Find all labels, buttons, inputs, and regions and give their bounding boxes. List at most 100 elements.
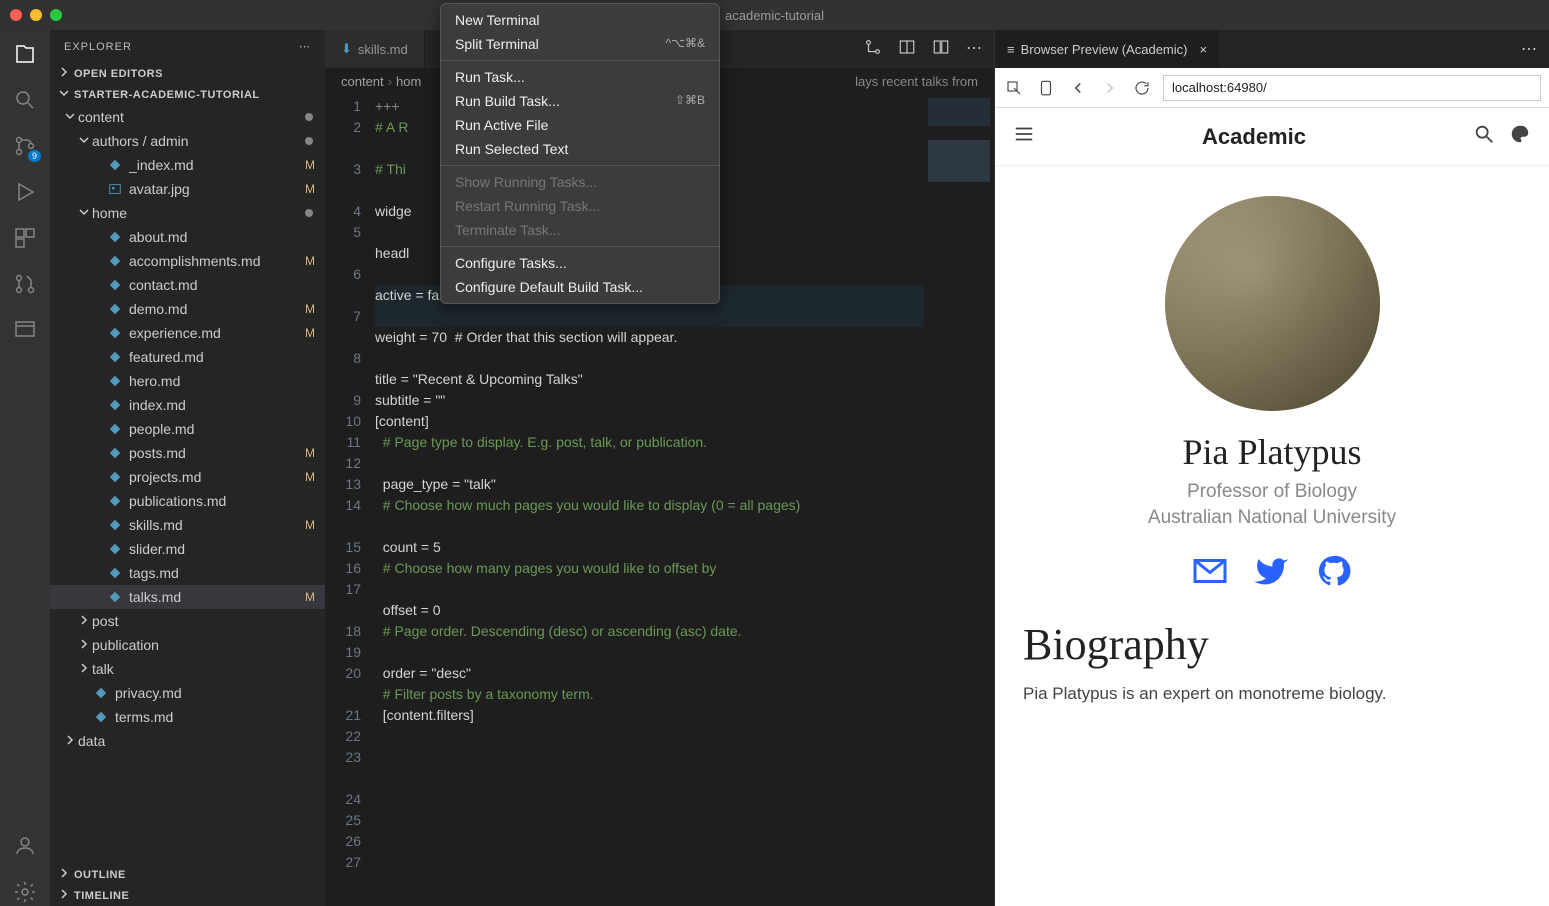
bio-text: Pia Platypus is an expert on monotreme b…	[1023, 684, 1521, 704]
code-line[interactable]: # Choose how much pages you would like t…	[375, 495, 924, 537]
explorer-more-icon[interactable]: ⋯	[299, 40, 311, 53]
chevron-right-icon	[58, 867, 70, 882]
maximize-window-button[interactable]	[50, 9, 62, 21]
folder-item[interactable]: home	[50, 201, 325, 225]
biography-section: Biography Pia Platypus is an expert on m…	[995, 599, 1549, 724]
github-icon[interactable]	[1316, 553, 1352, 589]
file-item[interactable]: _index.mdM	[50, 153, 325, 177]
image-file-icon	[106, 180, 124, 198]
file-item[interactable]: tags.md	[50, 561, 325, 585]
open-editors-section[interactable]: OPEN EDITORS	[50, 63, 325, 84]
preview-content[interactable]: Academic Pia Platypus Professor of Biolo…	[995, 108, 1549, 906]
debug-icon[interactable]	[11, 178, 39, 206]
file-item[interactable]: talks.mdM	[50, 585, 325, 609]
inspect-icon[interactable]	[1003, 77, 1025, 99]
split-editor-icon[interactable]	[932, 38, 950, 61]
menu-item[interactable]: Run Selected Text	[441, 137, 719, 161]
file-item[interactable]: publications.md	[50, 489, 325, 513]
file-item[interactable]: index.md	[50, 393, 325, 417]
hamburger-menu-icon[interactable]	[1013, 123, 1035, 150]
chevron-right-icon	[78, 637, 92, 653]
file-item[interactable]: projects.mdM	[50, 465, 325, 489]
folder-item[interactable]: content	[50, 105, 325, 129]
twitter-icon[interactable]	[1254, 553, 1290, 589]
file-item[interactable]: about.md	[50, 225, 325, 249]
editor-tab[interactable]: ⬇ skills.md	[325, 30, 425, 68]
project-section[interactable]: STARTER-ACADEMIC-TUTORIAL	[50, 84, 325, 105]
modified-indicator: M	[305, 470, 315, 484]
settings-gear-icon[interactable]	[11, 878, 39, 906]
reload-icon[interactable]	[1131, 77, 1153, 99]
file-item[interactable]: people.md	[50, 417, 325, 441]
file-item[interactable]: accomplishments.mdM	[50, 249, 325, 273]
folder-item[interactable]: authors / admin	[50, 129, 325, 153]
source-control-icon[interactable]: 9	[11, 132, 39, 160]
file-item[interactable]: privacy.md	[50, 681, 325, 705]
file-item[interactable]: featured.md	[50, 345, 325, 369]
file-item[interactable]: experience.mdM	[50, 321, 325, 345]
search-icon[interactable]	[11, 86, 39, 114]
search-icon[interactable]	[1473, 123, 1495, 150]
menu-item[interactable]: Configure Default Build Task...	[441, 275, 719, 299]
code-line[interactable]: page_type = "talk"	[375, 474, 924, 495]
menu-item[interactable]: Run Active File	[441, 113, 719, 137]
file-item[interactable]: posts.mdM	[50, 441, 325, 465]
close-icon[interactable]: ×	[1199, 42, 1207, 57]
forward-icon[interactable]	[1099, 77, 1121, 99]
minimap[interactable]	[924, 94, 994, 906]
file-item[interactable]: contact.md	[50, 273, 325, 297]
file-label: demo.md	[129, 301, 305, 317]
menu-label: Show Running Tasks...	[455, 174, 597, 190]
compare-changes-icon[interactable]	[864, 38, 882, 61]
site-title[interactable]: Academic	[1035, 124, 1473, 150]
code-line[interactable]: weight = 70 # Order that this section wi…	[375, 327, 924, 369]
code-line[interactable]: order = "desc"	[375, 663, 924, 684]
code-line[interactable]: count = 5	[375, 537, 924, 558]
folder-item[interactable]: data	[50, 729, 325, 753]
email-icon[interactable]	[1192, 553, 1228, 589]
folder-item[interactable]: post	[50, 609, 325, 633]
back-icon[interactable]	[1067, 77, 1089, 99]
file-label: privacy.md	[115, 685, 325, 701]
code-line[interactable]: title = "Recent & Upcoming Talks"	[375, 369, 924, 390]
menu-item[interactable]: Split Terminal^⌥⌘&	[441, 32, 719, 56]
file-item[interactable]: skills.mdM	[50, 513, 325, 537]
folder-item[interactable]: publication	[50, 633, 325, 657]
timeline-section[interactable]: TIMELINE	[50, 885, 325, 906]
menu-item[interactable]: Configure Tasks...	[441, 251, 719, 275]
menu-item[interactable]: Run Build Task...⇧⌘B	[441, 89, 719, 113]
code-line[interactable]: [content.filters]	[375, 705, 924, 726]
menu-item[interactable]: Run Task...	[441, 65, 719, 89]
code-line[interactable]: [content]	[375, 411, 924, 432]
code-line[interactable]: # Page type to display. E.g. post, talk,…	[375, 432, 924, 474]
theme-palette-icon[interactable]	[1509, 123, 1531, 150]
menu-item[interactable]: New Terminal	[441, 8, 719, 32]
code-line[interactable]: # Filter posts by a taxonomy term.	[375, 684, 924, 705]
extensions-icon[interactable]	[11, 224, 39, 252]
code-line[interactable]: # Page order. Descending (desc) or ascen…	[375, 621, 924, 663]
explorer-icon[interactable]	[11, 40, 39, 68]
code-line[interactable]: # Choose how many pages you would like t…	[375, 558, 924, 600]
modified-indicator: M	[305, 254, 315, 268]
file-item[interactable]: hero.md	[50, 369, 325, 393]
preview-tab[interactable]: ≡ Browser Preview (Academic) ×	[995, 30, 1219, 68]
code-line[interactable]: offset = 0	[375, 600, 924, 621]
url-input[interactable]: localhost:64980/	[1163, 75, 1541, 101]
outline-section[interactable]: OUTLINE	[50, 864, 325, 885]
file-item[interactable]: terms.md	[50, 705, 325, 729]
file-item[interactable]: avatar.jpgM	[50, 177, 325, 201]
folder-item[interactable]: talk	[50, 657, 325, 681]
more-actions-icon[interactable]: ⋯	[1509, 39, 1549, 59]
open-preview-icon[interactable]	[898, 38, 916, 61]
pull-request-icon[interactable]	[11, 270, 39, 298]
file-item[interactable]: slider.md	[50, 537, 325, 561]
more-actions-icon[interactable]: ⋯	[966, 38, 982, 61]
close-window-button[interactable]	[10, 9, 22, 21]
device-icon[interactable]	[1035, 77, 1057, 99]
code-line[interactable]: subtitle = ""	[375, 390, 924, 411]
minimize-window-button[interactable]	[30, 9, 42, 21]
file-item[interactable]: demo.mdM	[50, 297, 325, 321]
browser-preview-icon[interactable]	[11, 316, 39, 344]
editor-actions: ⋯	[852, 38, 994, 61]
account-icon[interactable]	[11, 832, 39, 860]
